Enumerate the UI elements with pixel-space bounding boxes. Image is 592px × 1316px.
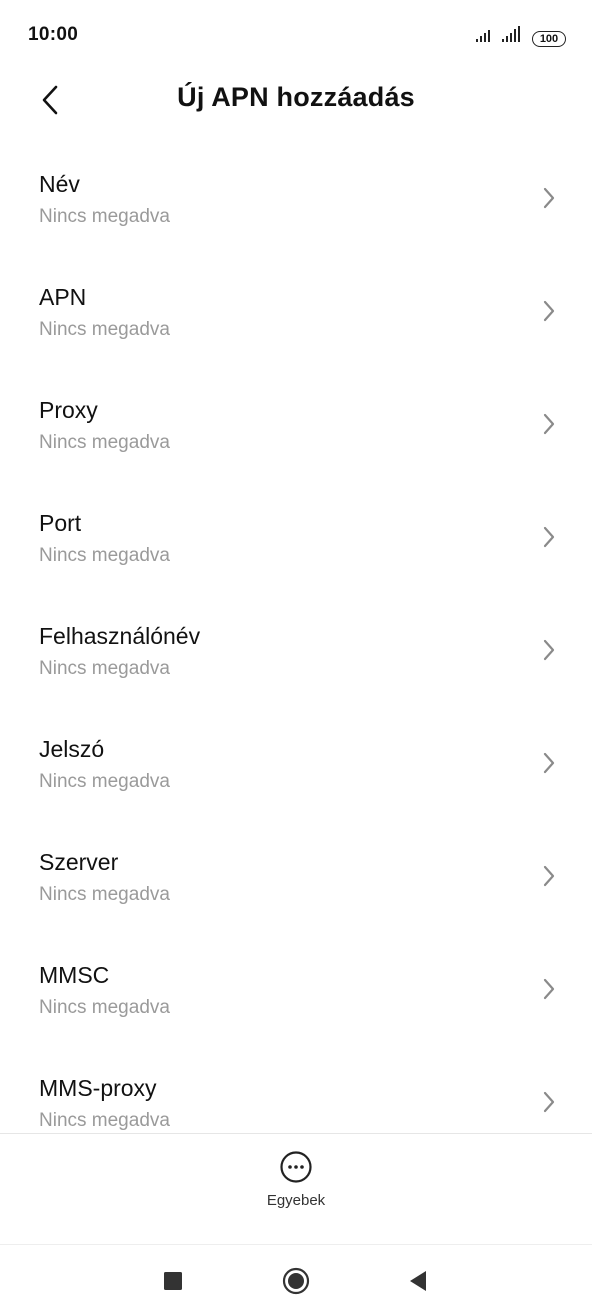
field-label: Szerver bbox=[39, 849, 119, 875]
chevron-right-icon bbox=[543, 865, 555, 887]
chevron-right-icon bbox=[543, 752, 555, 774]
chevron-right-icon bbox=[543, 413, 555, 435]
field-username[interactable]: Felhasználónév Nincs megadva bbox=[0, 594, 592, 707]
more-label: Egyebek bbox=[266, 1192, 326, 1209]
navigation-bar bbox=[0, 1245, 592, 1316]
field-label: Port bbox=[39, 510, 82, 536]
field-label: APN bbox=[39, 284, 87, 310]
home-icon bbox=[282, 1267, 310, 1295]
field-label: Jelszó bbox=[39, 736, 105, 762]
field-apn[interactable]: APN Nincs megadva bbox=[0, 255, 592, 368]
recent-apps-icon bbox=[164, 1272, 182, 1290]
apn-field-list: Név Nincs megadva APN Nincs megadva Prox… bbox=[0, 142, 592, 1133]
divider bbox=[0, 1133, 592, 1134]
field-label: Felhasználónév bbox=[39, 623, 201, 649]
status-bar: 10:00 100 bbox=[0, 0, 592, 70]
more-icon bbox=[280, 1151, 312, 1183]
status-time: 10:00 bbox=[28, 24, 79, 45]
status-icons: 100 bbox=[476, 26, 566, 47]
field-value: Nincs megadva bbox=[39, 206, 170, 227]
chevron-right-icon bbox=[543, 526, 555, 548]
chevron-right-icon bbox=[543, 1091, 555, 1113]
field-value: Nincs megadva bbox=[39, 432, 170, 453]
signal-icon bbox=[502, 26, 524, 47]
chevron-right-icon bbox=[543, 300, 555, 322]
more-button[interactable]: Egyebek bbox=[246, 1150, 346, 1230]
field-label: MMS-proxy bbox=[39, 1075, 157, 1101]
field-value: Nincs megadva bbox=[39, 658, 170, 679]
field-name[interactable]: Név Nincs megadva bbox=[0, 142, 592, 255]
nav-back-button[interactable] bbox=[400, 1263, 436, 1299]
signal-icon bbox=[476, 28, 494, 47]
chevron-right-icon bbox=[543, 639, 555, 661]
field-mms-proxy[interactable]: MMS-proxy Nincs megadva bbox=[0, 1046, 592, 1133]
chevron-right-icon bbox=[543, 978, 555, 1000]
chevron-right-icon bbox=[543, 187, 555, 209]
field-value: Nincs megadva bbox=[39, 884, 170, 905]
field-value: Nincs megadva bbox=[39, 319, 170, 340]
field-value: Nincs megadva bbox=[39, 771, 170, 792]
field-label: Név bbox=[39, 171, 80, 197]
field-server[interactable]: Szerver Nincs megadva bbox=[0, 820, 592, 933]
home-button[interactable] bbox=[278, 1263, 314, 1299]
field-mmsc[interactable]: MMSC Nincs megadva bbox=[0, 933, 592, 1046]
page-title: Új APN hozzáadás bbox=[177, 82, 415, 112]
field-value: Nincs megadva bbox=[39, 1110, 170, 1131]
battery-icon: 100 bbox=[532, 31, 566, 47]
field-label: MMSC bbox=[39, 962, 110, 988]
field-proxy[interactable]: Proxy Nincs megadva bbox=[0, 368, 592, 481]
field-value: Nincs megadva bbox=[39, 997, 170, 1018]
field-value: Nincs megadva bbox=[39, 545, 170, 566]
field-port[interactable]: Port Nincs megadva bbox=[0, 481, 592, 594]
field-label: Proxy bbox=[39, 397, 98, 423]
recent-apps-button[interactable] bbox=[155, 1263, 191, 1299]
field-password[interactable]: Jelszó Nincs megadva bbox=[0, 707, 592, 820]
header: Új APN hozzáadás bbox=[0, 70, 592, 130]
back-icon bbox=[410, 1271, 426, 1291]
